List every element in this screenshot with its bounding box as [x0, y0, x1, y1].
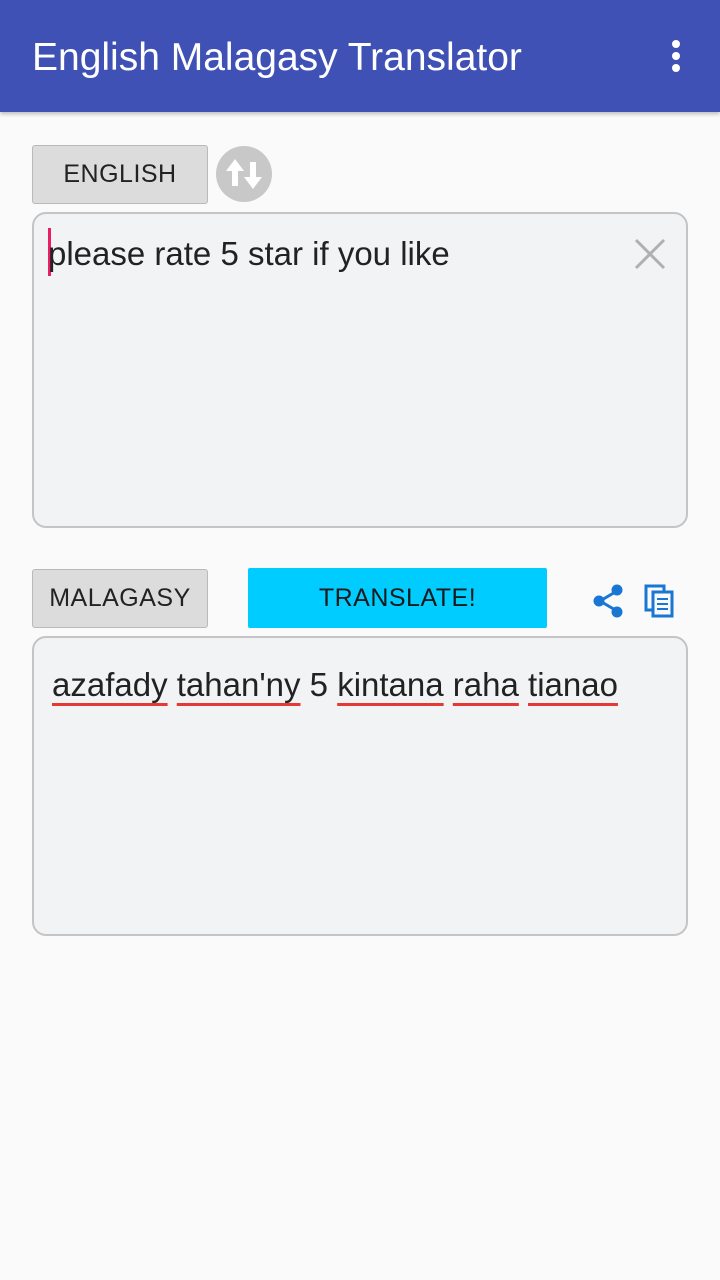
app-bar: English Malagasy Translator: [0, 0, 720, 112]
copy-icon[interactable]: [642, 582, 678, 620]
translate-button[interactable]: TRANSLATE!: [248, 568, 547, 628]
source-text-input[interactable]: please rate 5 star if you like: [32, 212, 688, 528]
share-icon[interactable]: [590, 582, 628, 620]
output-word: tianao: [528, 666, 618, 703]
target-language-button[interactable]: MALAGASY: [32, 569, 208, 628]
more-vert-icon[interactable]: [656, 34, 696, 78]
source-text-value: please rate 5 star if you like: [48, 235, 450, 272]
app-title: English Malagasy Translator: [32, 36, 522, 79]
close-icon[interactable]: [630, 234, 670, 274]
output-word: kintana: [337, 666, 444, 703]
translation-output[interactable]: azafady tahan'ny 5 kintana raha tianao: [32, 636, 688, 936]
output-word: raha: [452, 666, 519, 703]
output-word: 5: [309, 666, 329, 703]
output-word: azafady: [52, 666, 168, 703]
output-word: tahan'ny: [176, 666, 301, 703]
source-language-button[interactable]: ENGLISH: [32, 145, 208, 204]
swap-vertical-icon[interactable]: [216, 146, 272, 202]
translation-text: azafady tahan'ny 5 kintana raha tianao: [52, 664, 652, 705]
